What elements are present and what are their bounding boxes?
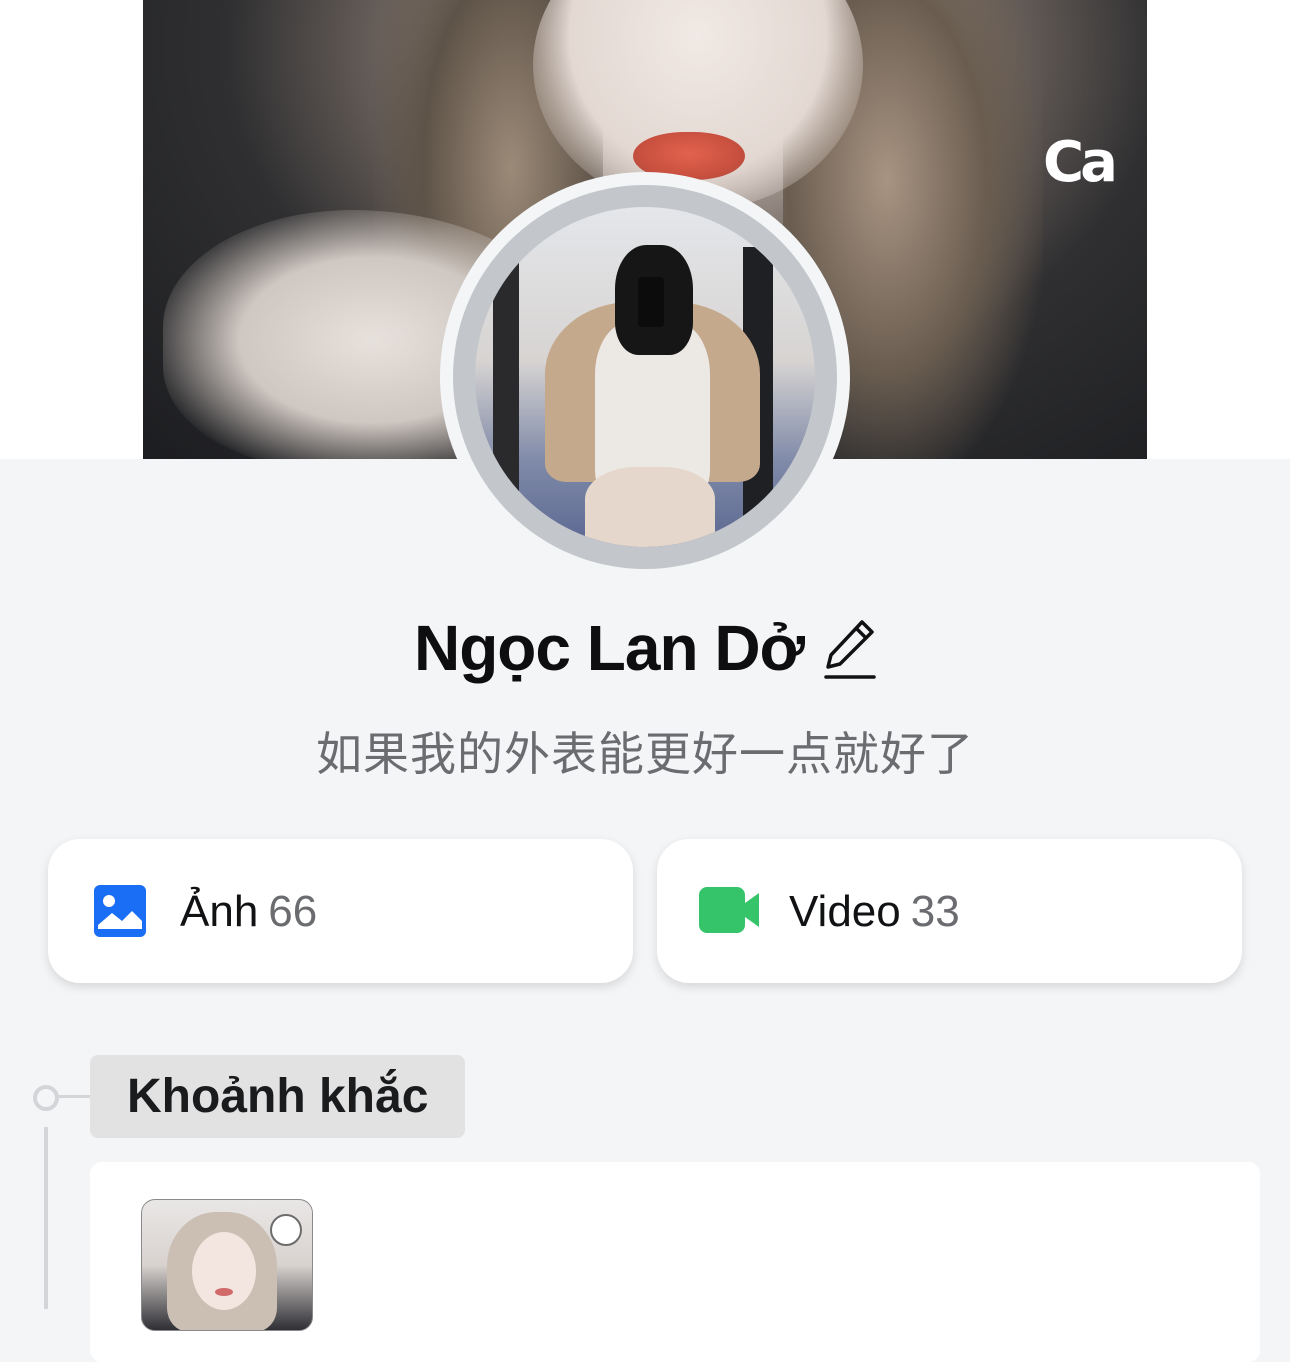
video-camera-icon bbox=[699, 883, 761, 939]
profile-bio: 如果我的外表能更好一点就好了 bbox=[316, 728, 974, 780]
photos-count: 66 bbox=[268, 887, 318, 936]
moments-section-title: Khoảnh khắc bbox=[90, 1055, 465, 1138]
avatar-door-left bbox=[493, 247, 519, 537]
avatar-legs bbox=[585, 467, 715, 547]
photos-button[interactable]: Ảnh 66 bbox=[48, 839, 633, 983]
image-icon bbox=[92, 883, 148, 939]
moment-thumbnail[interactable] bbox=[141, 1199, 313, 1331]
videos-label: Video 33 bbox=[789, 887, 960, 937]
photos-label-text: Ảnh bbox=[180, 887, 259, 936]
avatar-phone bbox=[638, 277, 664, 327]
avatar[interactable] bbox=[475, 207, 815, 547]
timeline-connector bbox=[57, 1095, 91, 1098]
videos-label-text: Video bbox=[789, 887, 901, 936]
timeline-dot bbox=[33, 1085, 59, 1111]
photos-label: Ảnh 66 bbox=[180, 887, 317, 937]
pencil-icon[interactable] bbox=[824, 616, 876, 680]
moments-title-text: Khoảnh khắc bbox=[127, 1070, 429, 1123]
cover-shirt-lettering: Ca bbox=[1043, 130, 1118, 195]
timeline-line bbox=[44, 1127, 48, 1309]
videos-button[interactable]: Video 33 bbox=[657, 839, 1242, 983]
profile-name: Ngọc Lan Dở bbox=[0, 606, 1290, 685]
thumbnail-face bbox=[192, 1232, 256, 1310]
sticker-icon bbox=[270, 1214, 302, 1246]
videos-count: 33 bbox=[910, 887, 960, 936]
profile-name-text: Ngọc Lan Dở bbox=[413, 612, 805, 685]
thumbnail-lips bbox=[215, 1288, 233, 1296]
